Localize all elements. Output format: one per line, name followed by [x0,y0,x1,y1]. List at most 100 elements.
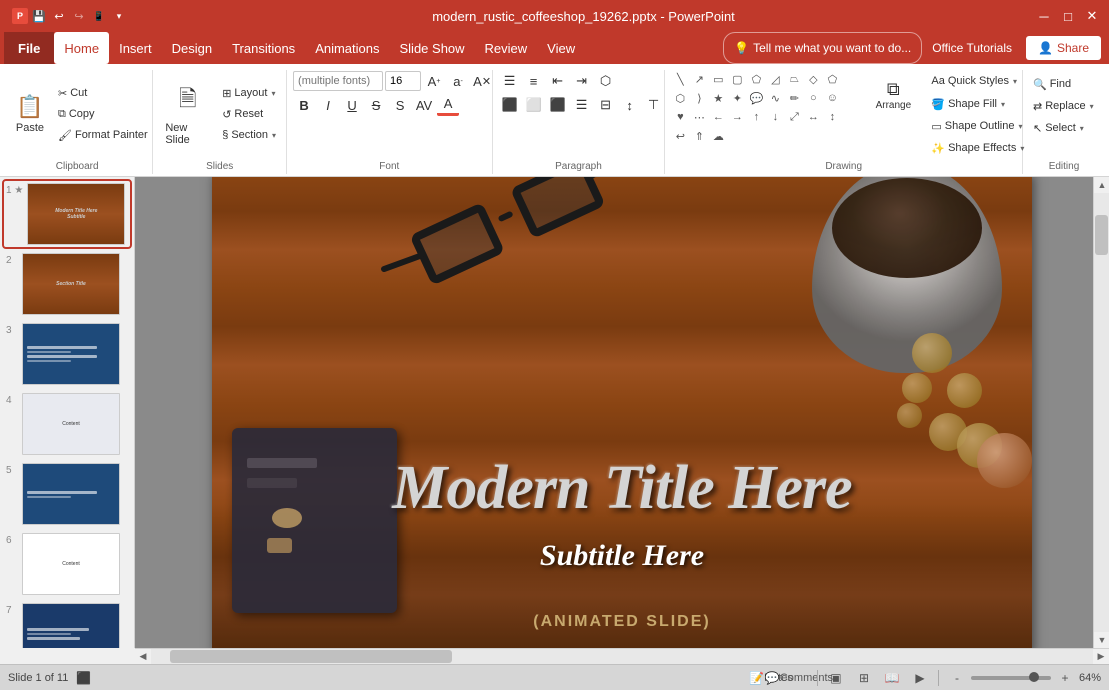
font-name-input[interactable] [293,71,383,91]
insert-menu[interactable]: Insert [109,32,162,64]
bold-button[interactable]: B [293,94,315,116]
shape-leftarrow-btn[interactable]: ← [709,108,727,126]
shape-fill-button[interactable]: 🪣 Shape Fill ▾ [927,94,1028,114]
scroll-right-arrow[interactable]: ▶ [1093,649,1109,665]
text-shadow-button[interactable]: S [389,94,411,116]
comments-button[interactable]: 💬 Comments [789,668,809,688]
tell-me-box[interactable]: 💡 Tell me what you want to do... [723,32,922,64]
shape-uparrow-btn[interactable]: ↑ [747,108,765,126]
close-button[interactable]: ✕ [1083,7,1101,25]
slide-show-button[interactable]: ▶ [910,668,930,688]
font-shrink-button[interactable]: a- [447,70,469,92]
shape-downarrow-btn[interactable]: ↓ [766,108,784,126]
shape-smiley-btn[interactable]: ☺ [823,89,841,107]
font-color-button[interactable]: A [437,94,459,116]
shape-effects-button[interactable]: ✨ Shape Effects ▾ [927,138,1028,158]
save-button[interactable]: 💾 [30,7,48,25]
align-left-button[interactable]: ⬛ [499,94,521,116]
share-button[interactable]: 👤 Share [1026,36,1101,60]
maximize-button[interactable]: □ [1059,7,1077,25]
hscroll-track[interactable] [151,649,1093,664]
shape-diamond-btn[interactable]: ◇ [804,70,822,88]
slide-thumb-4[interactable]: 4 Content [4,391,130,457]
undo-button[interactable]: ↩ [50,7,68,25]
italic-button[interactable]: I [317,94,339,116]
shape-trapezoid-btn[interactable]: ⏢ [785,70,803,88]
align-center-button[interactable]: ⬜ [523,94,545,116]
hscroll-thumb[interactable] [170,650,453,663]
align-text-button[interactable]: ⊤ [643,94,665,116]
quick-styles-button[interactable]: Aa Quick Styles ▾ [927,70,1028,92]
slide-thumb-7[interactable]: 7 [4,601,130,648]
slide-thumb-1[interactable]: 1 ★ Modern Title HereSubtitle [4,181,130,247]
slide-sorter-button[interactable]: ⊞ [854,668,874,688]
minimize-button[interactable]: ─ [1035,7,1053,25]
find-button[interactable]: 🔍 Find [1029,74,1075,94]
shape-oval-btn[interactable]: ○ [804,89,822,107]
redo-button[interactable]: ↪ [70,7,88,25]
slide-thumb-2[interactable]: 2 Section Title [4,251,130,317]
shape-bend-arrow-btn[interactable]: ↩ [671,127,689,145]
scroll-up-arrow[interactable]: ▲ [1094,177,1109,193]
slide-thumb-3[interactable]: 3 [4,321,130,387]
clear-format-button[interactable]: A✕ [471,70,493,92]
normal-view-button[interactable]: ▣ [826,668,846,688]
transitions-menu[interactable]: Transitions [222,32,305,64]
shape-pentagon-btn[interactable]: ⬠ [823,70,841,88]
shape-ud-arrow-btn[interactable]: ↕ [823,108,841,126]
new-slide-button[interactable]: 🗎 New Slide [159,78,216,150]
shape-lr-arrow-btn[interactable]: ↔ [804,108,822,126]
paste-button[interactable]: 📋 Paste [8,84,52,144]
numbered-list-button[interactable]: ≡ [523,70,545,92]
scroll-left-arrow[interactable]: ◀ [135,649,151,665]
underline-button[interactable]: U [341,94,363,116]
zoom-out-button[interactable]: - [947,668,967,688]
shape-heart-btn[interactable]: ♥ [671,108,689,126]
layout-button[interactable]: ⊞ Layout ▾ [218,83,280,103]
align-right-button[interactable]: ⬛ [547,94,569,116]
columns-button[interactable]: ⊟ [595,94,617,116]
format-painter-button[interactable]: 🖌 Format Painter [54,125,152,145]
home-menu[interactable]: Home [54,32,109,64]
scroll-track[interactable] [1094,193,1109,632]
slide-thumb-6[interactable]: 6 Content [4,531,130,597]
char-spacing-button[interactable]: AV [413,94,435,116]
shape-star4-btn[interactable]: ✦ [728,89,746,107]
vertical-scrollbar[interactable]: ▲ ▼ [1093,177,1109,648]
touch-mode-button[interactable]: 📱 [90,7,108,25]
slide-panel[interactable]: 1 ★ Modern Title HereSubtitle 2 Section … [0,177,135,648]
shape-freeform-btn[interactable]: ✏ [785,89,803,107]
strikethrough-button[interactable]: S [365,94,387,116]
shape-quad-arrow-btn[interactable]: ⤢ [785,108,803,126]
shape-line-btn[interactable]: ╲ [671,70,689,88]
section-button[interactable]: § Section ▾ [218,125,280,145]
zoom-in-button[interactable]: + [1055,668,1075,688]
zoom-level[interactable]: 64% [1079,672,1101,684]
shape-parallelogram-btn[interactable]: ◿ [766,70,784,88]
convert-to-smartart-button[interactable]: ⬡ [595,70,617,92]
shape-star5-btn[interactable]: ★ [709,89,727,107]
slide-thumb-5[interactable]: 5 [4,461,130,527]
shape-rounded-rect-btn[interactable]: ▢ [728,70,746,88]
status-icon-accessibility[interactable]: ⬛ [76,671,91,685]
copy-button[interactable]: ⧉ Copy [54,104,152,124]
shape-callout-btn[interactable]: 💬 [747,89,765,107]
shape-curve-btn[interactable]: ∿ [766,89,784,107]
design-menu[interactable]: Design [162,32,222,64]
decrease-indent-button[interactable]: ⇤ [547,70,569,92]
reset-button[interactable]: ↺ Reset [218,104,280,124]
shape-extra-btn[interactable]: ☁ [709,127,727,145]
horizontal-scrollbar[interactable]: ◀ ▶ [135,648,1109,664]
reading-view-button[interactable]: 📖 [882,668,902,688]
scroll-thumb[interactable] [1095,215,1108,255]
slideshow-menu[interactable]: Slide Show [390,32,475,64]
shape-rect-btn[interactable]: ▭ [709,70,727,88]
review-menu[interactable]: Review [475,32,538,64]
arrange-button[interactable]: ⧉ Arrange [863,70,923,120]
increase-indent-button[interactable]: ⇥ [571,70,593,92]
shape-chevron-btn[interactable]: ⟩ [690,89,708,107]
customize-qat-button[interactable]: ▾ [110,7,128,25]
view-menu[interactable]: View [537,32,585,64]
replace-button[interactable]: ⇄ Replace ▾ [1029,96,1098,116]
shape-more-btn[interactable]: ⋯ [690,108,708,126]
